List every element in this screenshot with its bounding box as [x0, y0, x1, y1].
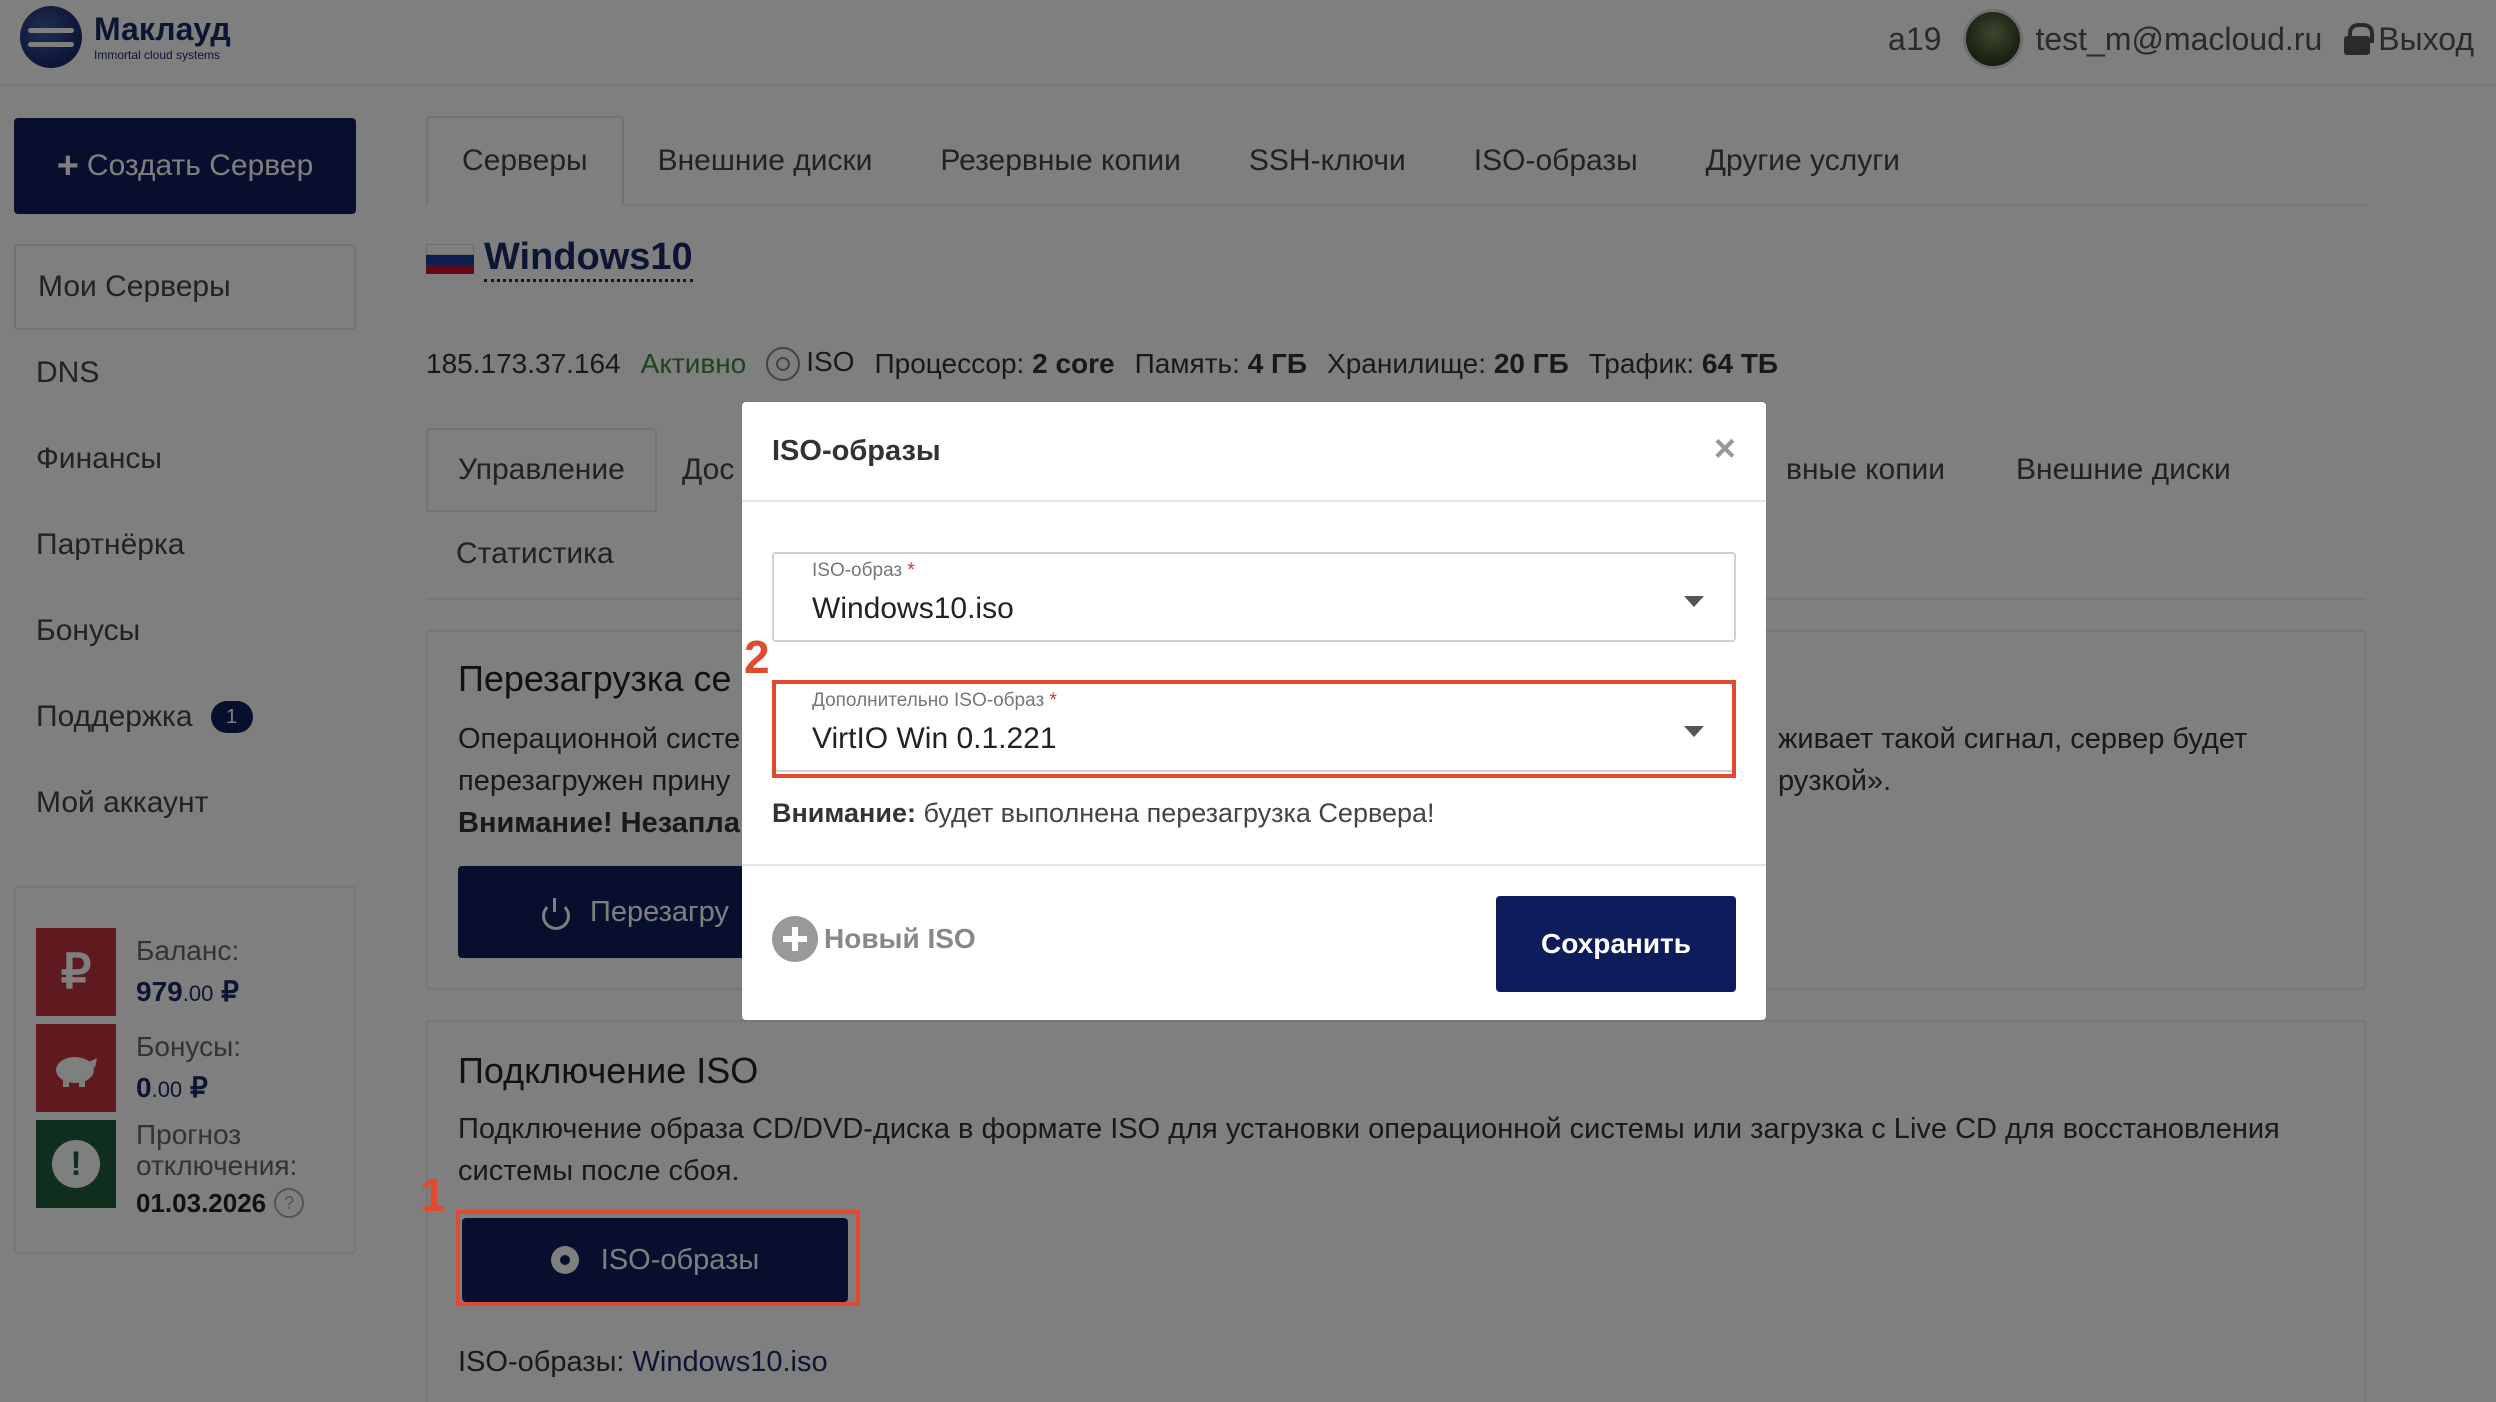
new-iso-label: Новый ISO	[824, 923, 976, 954]
iso-select-value: Windows10.iso	[812, 592, 1014, 625]
modal-title: ISO-образы	[772, 434, 941, 467]
chevron-down-icon	[1684, 596, 1704, 607]
new-iso-button[interactable]: Новый ISO	[772, 916, 976, 962]
page: Маклауд Immortal cloud systems a19 test_…	[0, 0, 2496, 1402]
step-1-marker: 1	[420, 1169, 446, 1221]
save-button[interactable]: Сохранить	[1496, 896, 1736, 992]
modal-header: ISO-образы ×	[742, 402, 1766, 502]
plus-circle-icon	[772, 916, 818, 962]
close-icon[interactable]: ×	[1714, 430, 1736, 468]
step-2-marker: 2	[744, 631, 770, 683]
modal-footer: Новый ISO Сохранить	[742, 864, 1766, 1020]
iso-select-label: ISO-образ *	[812, 560, 915, 581]
iso-select[interactable]: ISO-образ * Windows10.iso	[772, 552, 1736, 642]
reboot-warning: Внимание: будет выполнена перезагрузка С…	[772, 798, 1435, 828]
step-1-highlight	[456, 1210, 860, 1306]
step-2-highlight	[772, 680, 1736, 778]
